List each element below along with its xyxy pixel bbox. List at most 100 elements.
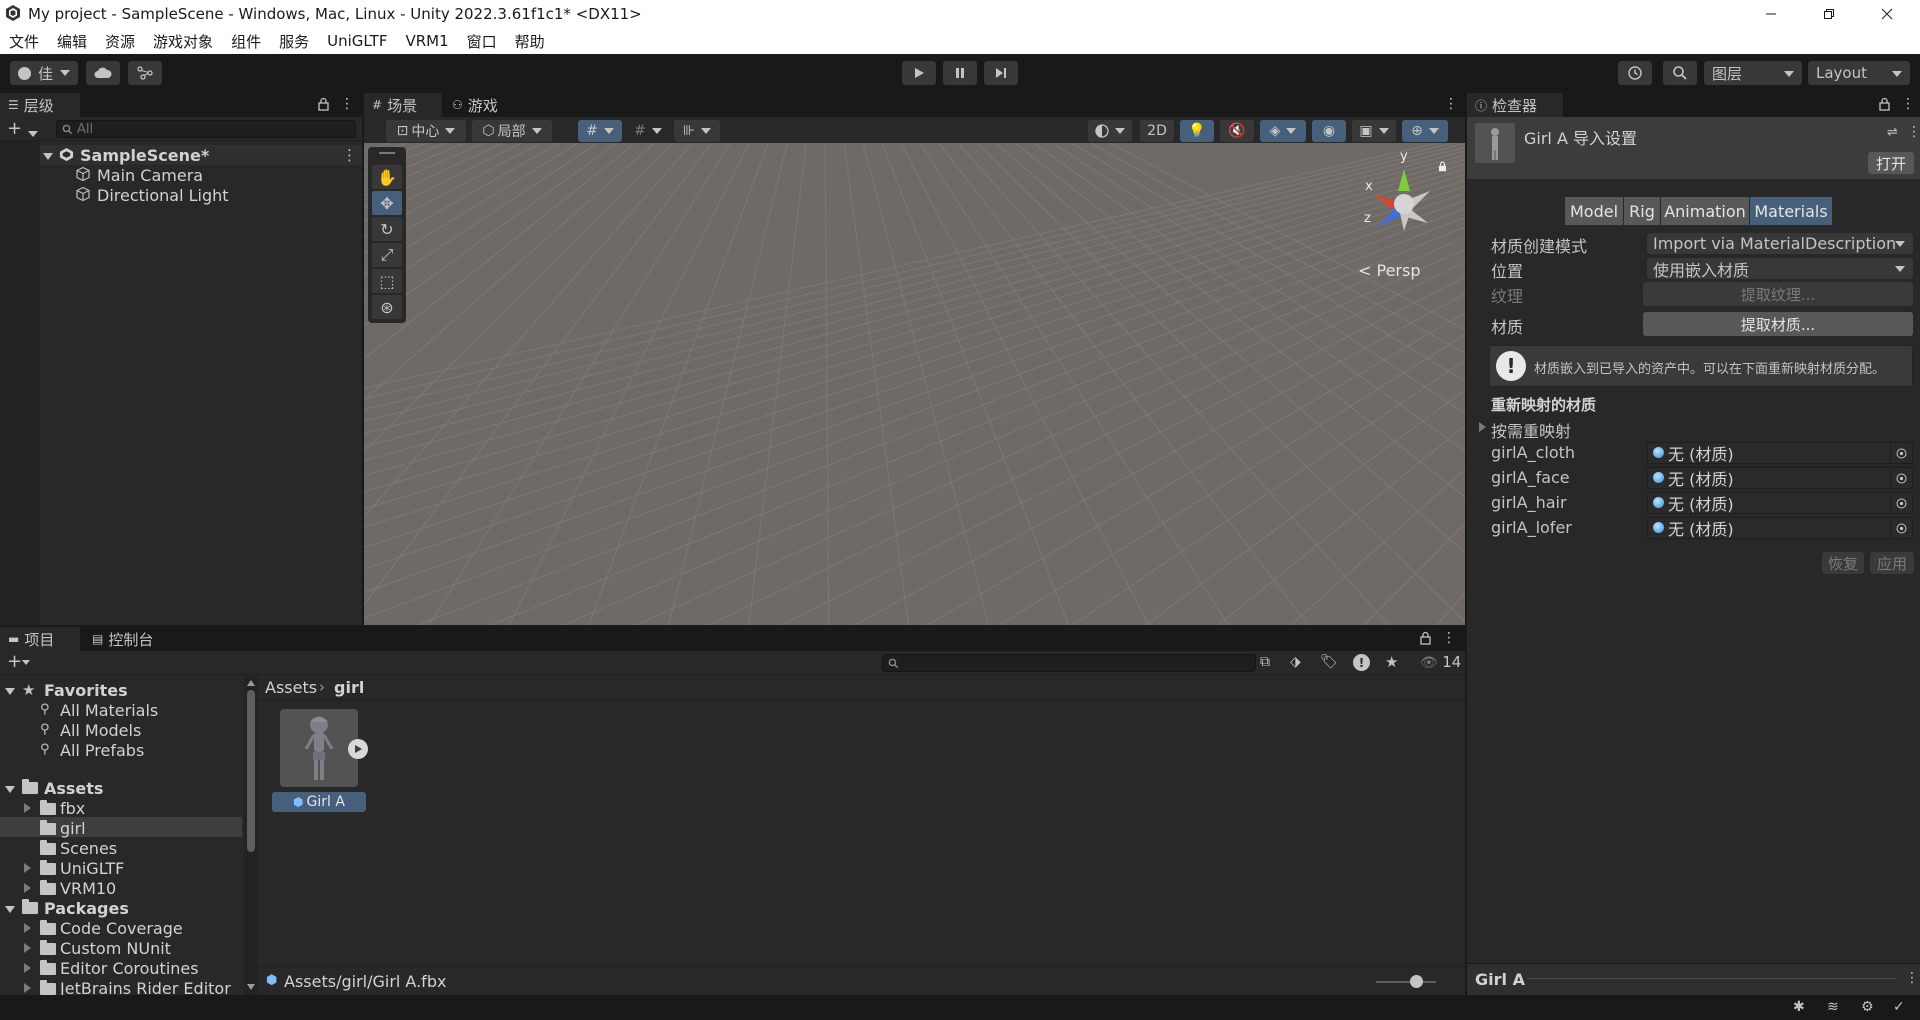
favorite-star-icon[interactable]: ★ xyxy=(1385,653,1398,671)
expand-arrow-icon[interactable] xyxy=(24,963,31,973)
expand-arrow-icon[interactable] xyxy=(5,688,15,695)
on-demand-remap-foldout[interactable]: 按需重映射 xyxy=(1491,418,1571,442)
menu-component[interactable]: 组件 xyxy=(231,31,261,52)
material-slot-face[interactable]: 无 (材质) xyxy=(1647,467,1913,489)
search-scope-icon[interactable]: ⧉ xyxy=(1260,654,1270,670)
menu-services[interactable]: 服务 xyxy=(279,31,309,52)
apply-button[interactable]: 应用 xyxy=(1870,552,1914,574)
undo-history-button[interactable] xyxy=(1618,61,1652,85)
panel-menu-icon[interactable]: ⋮ xyxy=(340,96,354,112)
menu-window[interactable]: 窗口 xyxy=(467,31,497,52)
panel-menu-icon[interactable]: ⋮ xyxy=(1901,96,1915,112)
extract-materials-button[interactable]: 提取材质... xyxy=(1643,312,1913,336)
layers-stack-icon[interactable]: ≋ xyxy=(1827,999,1839,1015)
folder-girl[interactable]: girl xyxy=(60,819,86,838)
breadcrumb-assets[interactable]: Assets xyxy=(265,678,317,697)
menu-file[interactable]: 文件 xyxy=(9,31,39,52)
pivot-toggle[interactable]: ⊡ 中心 xyxy=(386,120,466,142)
material-slot-hair[interactable]: 无 (材质) xyxy=(1647,492,1913,514)
object-picker-icon[interactable] xyxy=(1890,443,1912,463)
lock-icon[interactable] xyxy=(1420,631,1431,645)
favorite-all-prefabs[interactable]: All Prefabs xyxy=(60,741,144,760)
object-picker-icon[interactable] xyxy=(1890,518,1912,538)
debug-bug-icon[interactable]: ✱ xyxy=(1793,999,1805,1015)
minimize-button[interactable] xyxy=(1742,0,1800,28)
tab-hierarchy[interactable]: ☰ 层级 xyxy=(0,93,80,117)
create-asset-button[interactable]: + xyxy=(7,651,22,672)
toggle-2d-button[interactable]: 2D xyxy=(1140,120,1174,142)
lock-icon[interactable] xyxy=(1879,97,1890,111)
effects-dropdown[interactable]: ◈ xyxy=(1260,120,1306,142)
tab-console[interactable]: ▤ 控制台 xyxy=(84,627,170,651)
folder-tree-scrollbar[interactable] xyxy=(244,676,258,995)
grid-snap-button[interactable]: # xyxy=(578,120,622,142)
subtab-model[interactable]: Model xyxy=(1565,197,1623,225)
tab-inspector[interactable]: ⓘ 检查器 xyxy=(1467,93,1563,117)
menu-gameobject[interactable]: 游戏对象 xyxy=(153,31,213,52)
project-search-input[interactable] xyxy=(882,654,1256,672)
zoom-slider-track[interactable] xyxy=(1376,981,1436,983)
check-circle-icon[interactable]: ✓ xyxy=(1893,999,1905,1015)
close-button[interactable] xyxy=(1858,0,1916,28)
expand-asset-play-icon[interactable] xyxy=(348,739,368,759)
revert-button[interactable]: 恢复 xyxy=(1822,552,1864,574)
favorite-all-models[interactable]: All Models xyxy=(60,721,141,740)
menu-edit[interactable]: 编辑 xyxy=(57,31,87,52)
hierarchy-search-input[interactable]: All xyxy=(56,120,356,138)
zoom-slider-thumb[interactable] xyxy=(1410,975,1423,988)
lighting-toggle[interactable]: 💡 xyxy=(1180,120,1214,142)
hierarchy-item-main-camera[interactable]: Main Camera xyxy=(97,166,203,185)
material-slot-lofer[interactable]: 无 (材质) xyxy=(1647,517,1913,539)
lock-icon[interactable] xyxy=(318,97,329,111)
hierarchy-item-directional-light[interactable]: Directional Light xyxy=(97,186,229,205)
rect-tool-button[interactable]: ⬚ xyxy=(372,269,402,293)
folder-fbx[interactable]: fbx xyxy=(60,799,85,818)
expand-arrow-icon[interactable] xyxy=(1479,422,1486,432)
favorite-all-materials[interactable]: All Materials xyxy=(60,701,158,720)
expand-arrow-icon[interactable] xyxy=(24,943,31,953)
preview-header[interactable]: Girl A ⋮ xyxy=(1467,964,1920,995)
ruler-button[interactable]: ⊪ xyxy=(674,120,720,142)
packages-header[interactable]: Packages xyxy=(44,899,129,918)
expand-arrow-icon[interactable] xyxy=(24,803,31,813)
scale-tool-button[interactable]: ⤢ xyxy=(372,243,402,267)
menu-unigltf[interactable]: UniGLTF xyxy=(327,32,387,50)
subtab-rig[interactable]: Rig xyxy=(1624,197,1660,225)
expand-arrow-icon[interactable] xyxy=(5,906,15,913)
tab-project[interactable]: ▬ 项目 xyxy=(0,627,80,651)
settings-sliders-icon[interactable]: ⇌ xyxy=(1887,125,1898,140)
subtab-materials[interactable]: Materials xyxy=(1750,197,1832,225)
gizmos-dropdown[interactable]: ⊕ xyxy=(1402,120,1448,142)
scroll-up-icon[interactable] xyxy=(247,680,255,686)
package-editor-coroutines[interactable]: Editor Coroutines xyxy=(60,959,199,978)
expand-arrow-icon[interactable] xyxy=(43,153,53,160)
creation-mode-dropdown[interactable]: Import via MaterialDescription xyxy=(1647,233,1913,254)
scroll-down-icon[interactable] xyxy=(247,984,255,990)
panel-menu-icon[interactable]: ⋮ xyxy=(1442,630,1456,646)
audio-toggle[interactable]: 🔇 xyxy=(1220,120,1254,142)
open-button[interactable]: 打开 xyxy=(1868,152,1914,174)
object-picker-icon[interactable] xyxy=(1890,468,1912,488)
header-menu-icon[interactable]: ⋮ xyxy=(1907,124,1920,140)
scene-viewport[interactable]: ✋ ✥ ↻ ⤢ ⬚ ⊛ y x z < Persp xyxy=(364,143,1465,625)
hidden-objects-toggle[interactable]: ◉ xyxy=(1312,120,1346,142)
location-dropdown[interactable]: 使用嵌入材质 xyxy=(1647,258,1913,279)
log-type-icon[interactable]: ! xyxy=(1353,654,1370,671)
expand-arrow-icon[interactable] xyxy=(5,786,15,793)
search-button[interactable] xyxy=(1663,61,1697,85)
tab-scene[interactable]: # 场景 xyxy=(364,93,442,117)
asset-thumbnail-girl-a[interactable] xyxy=(280,709,358,787)
expand-arrow-icon[interactable] xyxy=(24,983,31,993)
gizmo-lock-icon[interactable] xyxy=(1438,161,1447,172)
transform-tool-button[interactable]: ⊛ xyxy=(372,295,402,319)
drag-handle[interactable] xyxy=(379,152,395,154)
create-button[interactable]: + xyxy=(7,118,38,139)
filter-type-icon[interactable]: ⬗ xyxy=(1290,654,1301,670)
menu-vrm1[interactable]: VRM1 xyxy=(405,32,448,50)
package-custom-nunit[interactable]: Custom NUnit xyxy=(60,939,171,958)
camera-settings-dropdown[interactable]: ▣ xyxy=(1352,120,1396,142)
cloud-button[interactable] xyxy=(86,61,120,85)
filter-label-icon[interactable]: 🏷 xyxy=(1320,654,1338,670)
draw-mode-dropdown[interactable] xyxy=(1088,120,1132,142)
restore-button[interactable] xyxy=(1800,0,1858,28)
